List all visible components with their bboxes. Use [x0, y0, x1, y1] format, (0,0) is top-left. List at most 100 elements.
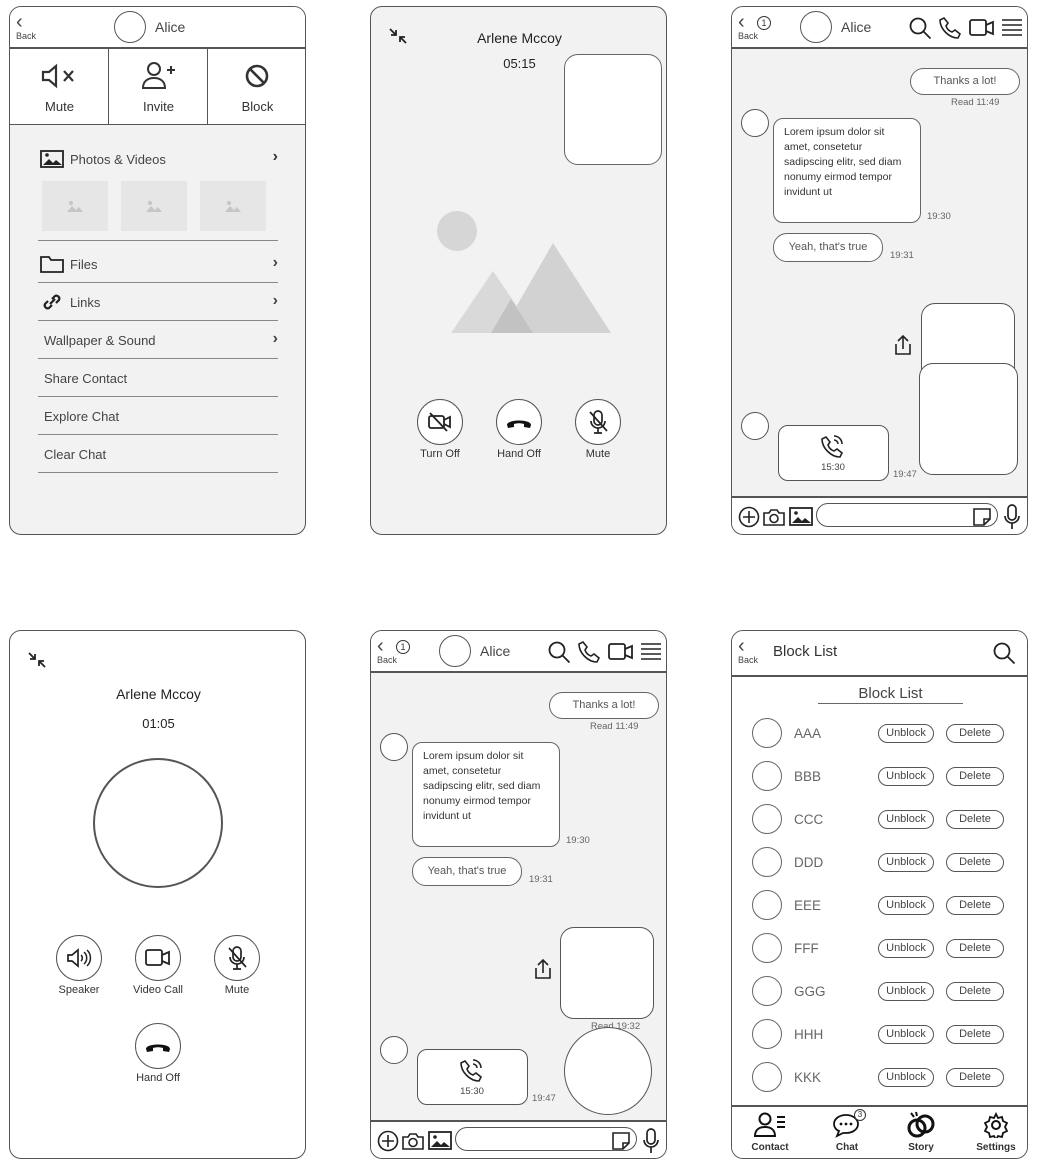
links-row[interactable]: Links › — [38, 283, 278, 321]
wallpaper-sound-row[interactable]: Wallpaper & Sound › — [38, 321, 278, 359]
hang-up-button[interactable] — [135, 1023, 181, 1069]
share-icon[interactable] — [893, 334, 913, 356]
add-icon[interactable] — [377, 1130, 399, 1152]
message-time: 19:31 — [529, 874, 553, 885]
search-icon[interactable] — [992, 641, 1016, 665]
video-call-button[interactable] — [135, 935, 181, 981]
turn-off-camera-button[interactable] — [417, 399, 463, 445]
sent-message[interactable]: Thanks a lot! — [549, 692, 659, 719]
minimize-icon[interactable] — [26, 651, 48, 669]
chat-badge: 3 — [854, 1109, 866, 1121]
phone-icon[interactable] — [938, 16, 962, 40]
message-input[interactable] — [455, 1127, 637, 1151]
gallery-icon[interactable] — [789, 507, 813, 526]
header: ‹ Back Alice — [10, 7, 305, 49]
received-message[interactable]: Lorem ipsum dolor sit amet, consetetur s… — [773, 118, 921, 223]
sticker-icon[interactable] — [611, 1131, 631, 1151]
camera-icon[interactable] — [401, 1131, 425, 1151]
blocked-contact-name: GGG — [794, 984, 826, 999]
video-icon[interactable] — [969, 18, 995, 38]
microphone-icon[interactable] — [642, 1127, 660, 1155]
microphone-icon[interactable] — [1003, 503, 1021, 531]
back-button[interactable]: ‹ Back — [738, 636, 758, 665]
delete-button[interactable]: Delete — [946, 724, 1004, 743]
speaker-button[interactable] — [56, 935, 102, 981]
tab-contact[interactable]: Contact — [740, 1109, 800, 1157]
delete-button[interactable]: Delete — [946, 939, 1004, 958]
invite-button[interactable]: Invite — [109, 49, 208, 125]
unblock-button[interactable]: Unblock — [878, 853, 934, 872]
share-icon[interactable] — [533, 958, 553, 980]
call-message[interactable]: 15:30 — [417, 1049, 528, 1105]
call-duration: 15:30 — [460, 1086, 484, 1097]
input-bar — [732, 496, 1027, 534]
unblock-button[interactable]: Unblock — [878, 896, 934, 915]
chat-header: ‹ Back 1 Alice — [371, 631, 666, 673]
self-video-preview[interactable] — [564, 54, 662, 165]
explore-chat-label: Explore Chat — [44, 409, 120, 424]
delete-button[interactable]: Delete — [946, 853, 1004, 872]
search-icon[interactable] — [547, 640, 571, 664]
delete-button[interactable]: Delete — [946, 767, 1004, 786]
menu-icon[interactable] — [1001, 17, 1023, 39]
phone-icon[interactable] — [577, 640, 601, 664]
video-bubble[interactable] — [564, 1027, 652, 1115]
mute-mic-button[interactable] — [575, 399, 621, 445]
video-icon[interactable] — [608, 642, 634, 662]
caller-name: Arlene Mccoy — [477, 30, 562, 46]
delete-button[interactable]: Delete — [946, 810, 1004, 829]
image-message[interactable] — [560, 927, 654, 1019]
search-icon[interactable] — [908, 16, 932, 40]
explore-chat-row[interactable]: Explore Chat — [38, 397, 278, 435]
hang-up-button[interactable] — [496, 399, 542, 445]
files-row[interactable]: Files › — [38, 245, 278, 283]
delete-button[interactable]: Delete — [946, 1025, 1004, 1044]
call-message[interactable]: 15:30 — [778, 425, 889, 481]
avatar — [741, 109, 769, 137]
camera-icon[interactable] — [762, 507, 786, 527]
received-message[interactable]: Yeah, that's true — [773, 233, 883, 262]
clear-chat-row[interactable]: Clear Chat — [38, 435, 278, 473]
received-message[interactable]: Yeah, that's true — [412, 857, 522, 886]
mute-label: Mute — [45, 99, 74, 114]
photo-thumbnail[interactable] — [42, 181, 108, 231]
mute-mic-button[interactable] — [214, 935, 260, 981]
gallery-icon[interactable] — [428, 1131, 452, 1150]
avatar — [752, 933, 782, 963]
unblock-button[interactable]: Unblock — [878, 939, 934, 958]
sticker-icon[interactable] — [972, 507, 992, 527]
unblock-button[interactable]: Unblock — [878, 724, 934, 743]
mute-button[interactable]: Mute — [10, 49, 109, 125]
menu-icon[interactable] — [640, 641, 662, 663]
chat-header: ‹ Back 1 Alice — [732, 7, 1027, 49]
image-message[interactable] — [919, 363, 1018, 475]
unblock-button[interactable]: Unblock — [878, 1068, 934, 1087]
avatar — [800, 11, 832, 43]
back-button[interactable]: ‹ Back — [738, 12, 758, 41]
back-button[interactable]: ‹ Back — [16, 12, 36, 41]
image-placeholder-icon — [225, 201, 241, 212]
page-title: Block List — [773, 643, 838, 660]
photo-thumbnail[interactable] — [200, 181, 266, 231]
received-message[interactable]: Lorem ipsum dolor sit amet, consetetur s… — [412, 742, 560, 847]
block-button[interactable]: Block — [208, 49, 305, 125]
sent-message[interactable]: Thanks a lot! — [910, 68, 1020, 95]
message-input[interactable] — [816, 503, 998, 527]
tab-settings[interactable]: Settings — [966, 1109, 1026, 1157]
photos-videos-row[interactable]: Photos & Videos › — [38, 145, 278, 241]
tab-story[interactable]: Story — [891, 1109, 951, 1157]
unblock-button[interactable]: Unblock — [878, 1025, 934, 1044]
delete-button[interactable]: Delete — [946, 982, 1004, 1001]
share-contact-row[interactable]: Share Contact — [38, 359, 278, 397]
header: ‹ Back Block List — [732, 631, 1027, 677]
unblock-button[interactable]: Unblock — [878, 982, 934, 1001]
delete-button[interactable]: Delete — [946, 896, 1004, 915]
unblock-button[interactable]: Unblock — [878, 767, 934, 786]
photo-thumbnail[interactable] — [121, 181, 187, 231]
delete-button[interactable]: Delete — [946, 1068, 1004, 1087]
tab-chat[interactable]: 3 Chat — [817, 1109, 877, 1157]
unblock-button[interactable]: Unblock — [878, 810, 934, 829]
back-button[interactable]: ‹ Back — [377, 636, 397, 665]
add-icon[interactable] — [738, 506, 760, 528]
input-bar — [371, 1120, 666, 1158]
